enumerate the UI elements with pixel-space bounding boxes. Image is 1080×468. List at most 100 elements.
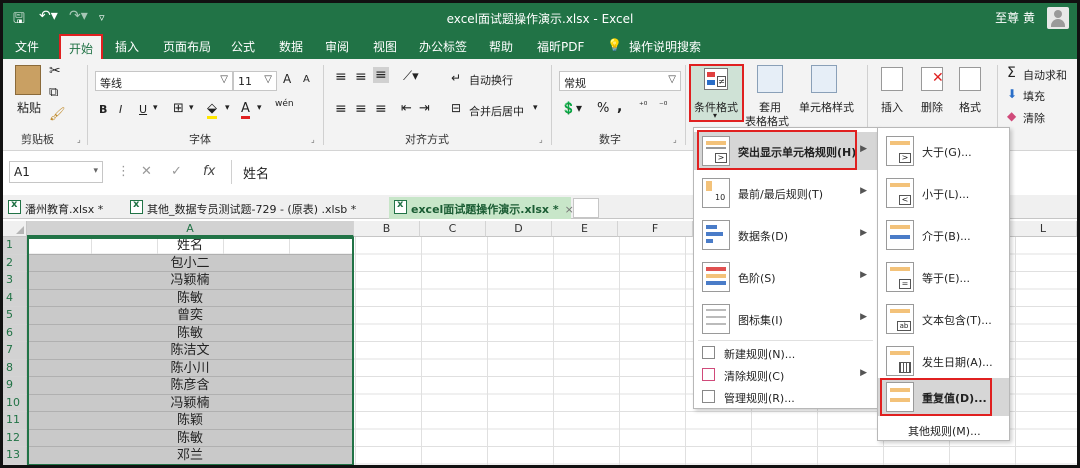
column-header-a[interactable]: A [27, 221, 354, 237]
insert-cells-icon[interactable] [881, 67, 903, 91]
menu-item-new-rule[interactable]: 新建规则(N)... [694, 342, 877, 364]
menu-foxit-pdf[interactable]: 福昕PDF [537, 38, 584, 55]
eraser-icon[interactable]: ◆ [1007, 109, 1016, 123]
tab-workbook-1[interactable]: 潘州教育.xlsx * [3, 197, 109, 219]
cut-icon[interactable]: ✂ [49, 63, 61, 79]
number-format-combo[interactable]: 常规 ▽ [559, 71, 681, 91]
table-cell[interactable]: 陈洁文 [27, 342, 353, 360]
avatar[interactable] [1047, 7, 1069, 29]
user-name[interactable]: 至尊 黄 [995, 9, 1035, 26]
row-header[interactable]: 7 [3, 342, 27, 360]
table-cell[interactable]: 陈敏 [27, 429, 353, 447]
menu-home[interactable]: 开始 [59, 34, 104, 60]
chevron-down-icon[interactable]: ▾ [225, 103, 230, 113]
merge-center-button[interactable]: 合并后居中 [469, 103, 524, 119]
chevron-down-icon[interactable]: ▾ [189, 103, 194, 113]
row-header[interactable]: 12 [3, 429, 27, 447]
table-cell[interactable]: 陈小川 [27, 359, 353, 377]
insert-function-icon[interactable]: fx [203, 164, 215, 179]
name-box[interactable]: A1 ▾ [9, 161, 103, 183]
menu-view[interactable]: 视图 [373, 38, 397, 55]
delete-cells-button[interactable]: 删除 [921, 99, 943, 115]
menu-page-layout[interactable]: 页面布局 [163, 38, 211, 55]
header-cell[interactable]: 姓名 [27, 237, 353, 255]
border-icon[interactable]: ⊞ [173, 101, 184, 116]
increase-indent-icon[interactable]: ⇥ [419, 101, 430, 116]
row-header[interactable]: 9 [3, 377, 27, 395]
menu-formulas[interactable]: 公式 [231, 38, 255, 55]
column-header-f[interactable]: F [618, 221, 693, 237]
select-all-corner[interactable] [3, 221, 27, 237]
alignment-launcher-icon[interactable]: ⌟ [539, 135, 543, 144]
row-header[interactable]: 13 [3, 447, 27, 465]
phonetic-guide-button[interactable]: wén [275, 99, 294, 109]
merge-icon[interactable]: ⊟ [451, 101, 461, 115]
table-cell[interactable]: 邓兰 [27, 447, 353, 465]
cell-styles-button[interactable]: 单元格样式 [799, 99, 854, 115]
conditional-formatting-button[interactable]: ≠ 条件格式 ▾ [689, 64, 744, 122]
menu-data[interactable]: 数据 [279, 38, 303, 55]
format-cells-button[interactable]: 格式 [959, 99, 981, 115]
table-cell[interactable]: 冯颖楠 [27, 394, 353, 412]
clear-button[interactable]: 清除 [1023, 110, 1045, 126]
underline-button[interactable]: U [139, 103, 147, 116]
align-middle-icon[interactable]: ≡ [355, 69, 367, 85]
cancel-icon[interactable]: ✕ [141, 164, 152, 179]
autosum-button[interactable]: 自动求和 [1023, 67, 1067, 83]
menu-item-less-than[interactable]: < 小于(L)... [878, 174, 1009, 212]
row-header[interactable]: 2 [3, 254, 27, 272]
paste-button[interactable]: 粘贴 [17, 99, 41, 116]
chevron-down-icon[interactable]: ▾ [533, 103, 538, 113]
align-top-icon[interactable]: ≡ [335, 69, 347, 85]
menu-help[interactable]: 帮助 [489, 38, 513, 55]
format-cells-icon[interactable] [959, 67, 981, 91]
menu-item-date-occurring[interactable]: 发生日期(A)... [878, 342, 1009, 380]
align-left-icon[interactable]: ≡ [335, 101, 347, 117]
menu-file[interactable]: 文件 [15, 38, 39, 55]
menu-item-top-bottom-rules[interactable]: 10 最前/最后规则(T) ▶ [694, 174, 877, 212]
row-header[interactable]: 5 [3, 307, 27, 325]
column-header-c[interactable]: C [420, 221, 486, 237]
insert-cells-button[interactable]: 插入 [881, 99, 903, 115]
column-header-e[interactable]: E [552, 221, 618, 237]
menu-item-more-rules[interactable]: 其他规则(M)... [878, 420, 1009, 440]
menu-insert[interactable]: 插入 [115, 38, 139, 55]
row-header[interactable]: 11 [3, 412, 27, 430]
column-header-d[interactable]: D [486, 221, 552, 237]
number-launcher-icon[interactable]: ⌟ [673, 135, 677, 144]
row-header[interactable]: 3 [3, 272, 27, 290]
format-painter-icon[interactable]: 🖌 [49, 107, 66, 122]
menu-item-text-contains[interactable]: ab 文本包含(T)... [878, 300, 1009, 338]
font-size-combo[interactable]: 11 ▽ [233, 71, 277, 91]
decrease-indent-icon[interactable]: ⇤ [401, 101, 412, 116]
font-launcher-icon[interactable]: ⌟ [311, 135, 315, 144]
align-right-icon[interactable]: ≡ [375, 101, 387, 117]
paste-icon[interactable] [15, 65, 41, 95]
formula-input[interactable]: 姓名 [243, 163, 269, 182]
menu-office-tab[interactable]: 办公标签 [419, 38, 467, 55]
row-header[interactable]: 8 [3, 359, 27, 377]
fill-down-icon[interactable]: ⬇ [1007, 87, 1017, 101]
table-cell[interactable]: 冯颖楠 [27, 272, 353, 290]
table-cell[interactable]: 曾奕 [27, 307, 353, 325]
fill-button[interactable]: 填充 [1023, 88, 1045, 104]
align-bottom-icon[interactable]: ≡ [373, 67, 389, 83]
increase-decimal-icon[interactable]: ⁺⁰ [639, 101, 647, 111]
menu-item-manage-rules[interactable]: 管理规则(R)... [694, 386, 877, 408]
menu-item-clear-rules[interactable]: 清除规则(C) ▶ [694, 364, 877, 386]
comma-button[interactable]: , [617, 99, 622, 115]
table-cell[interactable]: 陈敏 [27, 324, 353, 342]
row-header[interactable]: 10 [3, 394, 27, 412]
menu-item-data-bars[interactable]: 数据条(D) ▶ [694, 216, 877, 254]
percent-button[interactable]: % [597, 101, 609, 116]
table-cell[interactable]: 陈敏 [27, 289, 353, 307]
shrink-font-button[interactable]: A [303, 74, 310, 85]
italic-button[interactable]: I [119, 103, 122, 116]
column-header-l[interactable]: L [1010, 221, 1077, 237]
table-format-icon[interactable] [757, 65, 783, 93]
orientation-icon[interactable]: ⟋▾ [403, 69, 419, 84]
table-cell[interactable]: 陈颖 [27, 412, 353, 430]
sigma-icon[interactable]: Σ [1007, 65, 1016, 81]
column-header-b[interactable]: B [354, 221, 420, 237]
cell-styles-icon[interactable] [811, 65, 837, 93]
